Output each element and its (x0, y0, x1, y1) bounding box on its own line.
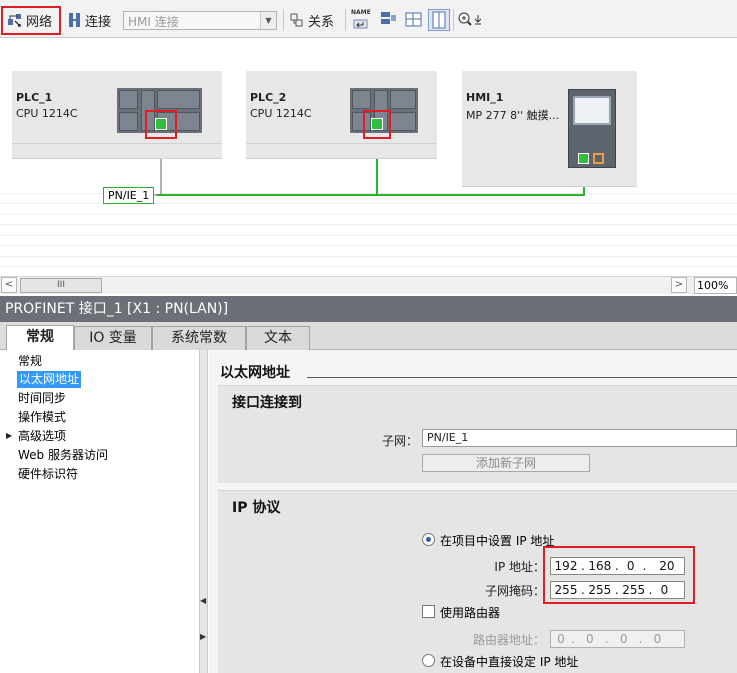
tab-general[interactable]: 常规 (6, 325, 74, 351)
toolbar-separator (453, 9, 454, 31)
name-tag-button[interactable]: NAME (351, 9, 371, 31)
port-highlight (145, 110, 177, 139)
relation-label: 关系 (308, 14, 335, 30)
use-router-checkbox[interactable] (422, 605, 435, 618)
section-title: 以太网地址 (220, 365, 290, 381)
add-new-subnet-button[interactable]: 添加新子网 (422, 454, 590, 472)
network-label: 网络 (26, 14, 53, 30)
set-ip-on-device-radio[interactable] (422, 654, 435, 667)
ip-fields-highlight (543, 546, 695, 604)
ip-protocol-group: IP 协议 在项目中设置 IP 地址 IP 地址： 192. 168. 0. 2… (218, 490, 737, 673)
property-content: 以太网地址 接口连接到 子网： PN/IE_1 添加新子网 IP 协议 在项目中… (209, 350, 737, 673)
subnet-select[interactable]: PN/IE_1 (422, 429, 737, 447)
panel-icon (432, 11, 446, 29)
inspector-title: PROFINET 接口_1 [X1 : PN(LAN)] (0, 296, 737, 322)
tab-io-tags[interactable]: IO 变量 (74, 326, 152, 350)
collapse-arrow-icon[interactable]: ◀ (200, 596, 206, 605)
interface-connection-group: 接口连接到 子网： PN/IE_1 添加新子网 (218, 385, 737, 483)
name-tag-icon: NAME (351, 9, 371, 16)
relation-icon (289, 12, 305, 28)
device-name: PLC_1 (16, 91, 53, 104)
connection-icon (68, 12, 82, 28)
device-hmi-1[interactable]: HMI_1 MP 277 8'' 触摸... (462, 71, 637, 187)
ethernet-port[interactable] (578, 153, 589, 164)
set-ip-in-project-radio[interactable] (422, 533, 435, 546)
ip-address-label: IP 地址： (494, 560, 545, 574)
grid-view-button[interactable] (404, 10, 424, 30)
zoom-button[interactable] (457, 10, 487, 30)
nav-item-time-sync[interactable]: 时间同步 (18, 390, 66, 407)
section-divider (307, 377, 737, 378)
subnet-mask-label: 子网掩码： (484, 584, 545, 598)
panel-view-button[interactable] (428, 9, 450, 31)
connection-type-value: HMI 连接 (128, 15, 179, 29)
toolbar-separator (283, 9, 284, 31)
connection-label: 连接 (85, 14, 112, 30)
zoom-level[interactable]: 100% (694, 277, 737, 294)
set-ip-on-device-label: 在设备中直接设定 IP 地址 (440, 655, 579, 669)
use-router-label: 使用路由器 (440, 606, 501, 620)
device-type: CPU 1214C (250, 107, 312, 120)
scroll-left-button[interactable]: < (1, 277, 17, 293)
expand-arrow-icon[interactable]: ▶ (200, 632, 206, 641)
connection-type-select[interactable]: HMI 连接 ▼ (123, 11, 277, 30)
grid-icon (405, 12, 422, 27)
zoom-in-icon (458, 12, 482, 26)
return-arrow-icon (353, 19, 368, 29)
subnet-field-label: 子网： (381, 434, 418, 448)
group-title: 接口连接到 (232, 395, 302, 411)
subnet-label[interactable]: PN/IE_1 (103, 187, 155, 204)
serial-port[interactable] (593, 153, 604, 164)
router-address-label: 路由器地址： (472, 633, 545, 647)
network-button[interactable]: 网络 (4, 9, 55, 31)
router-address-input[interactable]: 0. 0. 0. 0 (550, 630, 685, 648)
horizontal-scrollbar[interactable]: < III > 100% (0, 276, 737, 294)
nav-item-ethernet-addresses[interactable]: 以太网地址 (17, 371, 82, 388)
module-view-icon (381, 12, 396, 24)
port-highlight (363, 110, 391, 139)
device-type: CPU 1214C (16, 107, 78, 120)
tab-texts[interactable]: 文本 (246, 326, 310, 350)
tab-system-constants[interactable]: 系统常数 (152, 326, 246, 350)
network-icon (7, 12, 23, 28)
device-plc-2[interactable]: PLC_2 CPU 1214C (246, 71, 437, 159)
device-type: MP 277 8'' 触摸... (466, 109, 560, 122)
device-plc-1[interactable]: PLC_1 CPU 1214C (12, 71, 222, 159)
device-name: PLC_2 (250, 91, 287, 104)
nav-item-general[interactable]: 常规 (18, 353, 42, 370)
network-canvas[interactable]: PLC_1 CPU 1214C PLC_2 CPU 1214C HMI_1 MP (0, 38, 737, 276)
scroll-grip-icon: III (57, 280, 65, 290)
show-modules-button[interactable] (379, 10, 399, 30)
property-nav-tree: 常规 以太网地址 时间同步 操作模式 ▶ 高级选项 Web 服务器访问 硬件标识… (0, 350, 200, 673)
connection-button[interactable]: 连接 (65, 9, 114, 31)
nav-item-operating-mode[interactable]: 操作模式 (18, 409, 66, 426)
nav-splitter[interactable]: ◀ ▶ (200, 350, 208, 673)
device-name: HMI_1 (466, 91, 504, 104)
hmi-panel-icon (568, 89, 616, 168)
relation-button[interactable]: 关系 (286, 9, 337, 31)
nav-item-web-server-access[interactable]: Web 服务器访问 (18, 447, 108, 464)
scroll-thumb[interactable]: III (20, 278, 102, 293)
scroll-right-button[interactable]: > (671, 277, 687, 293)
group-title: IP 协议 (232, 500, 281, 516)
expand-arrow-icon[interactable]: ▶ (6, 431, 12, 440)
set-ip-in-project-label: 在项目中设置 IP 地址 (440, 534, 555, 548)
chevron-down-icon: ▼ (260, 12, 276, 29)
nav-item-advanced-options[interactable]: 高级选项 (18, 428, 66, 445)
toolbar: 网络 连接 HMI 连接 ▼ 关系 NAME (0, 0, 737, 38)
nav-item-hardware-identifier[interactable]: 硬件标识符 (18, 466, 78, 483)
tab-bar: 常规 IO 变量 系统常数 文本 (0, 322, 737, 351)
toolbar-separator (345, 9, 346, 31)
